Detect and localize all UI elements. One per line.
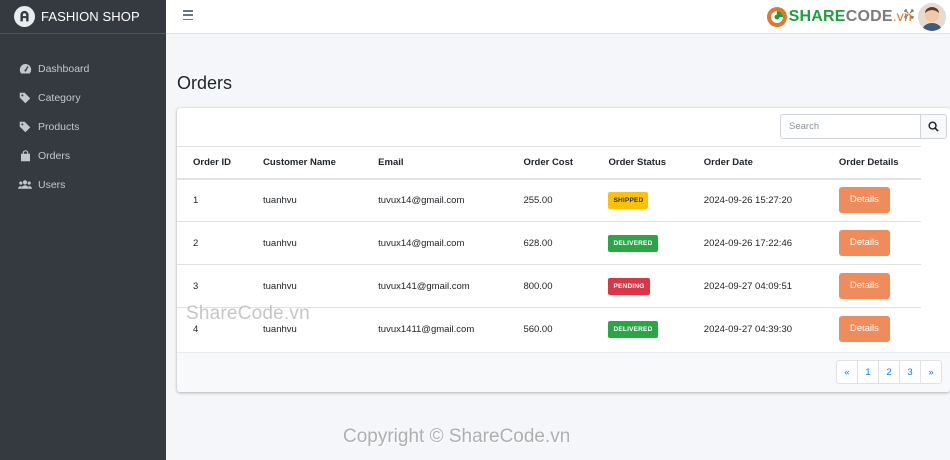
column-header-order-details[interactable]: Order Details [822,146,921,180]
pagination-prev[interactable]: « [836,360,858,384]
sharecode-logo: SHARECODE.vn [765,5,912,29]
order-date-cell: 2024-09-27 04:09:51 [687,264,823,308]
email-cell: tuvux14@gmail.com [362,178,508,222]
order-id-cell: 3 [177,264,247,308]
tag-icon [18,91,32,105]
sidebar-item-products[interactable]: Products [0,112,166,141]
status-badge: DELIVERED [608,320,658,338]
order-details-cell: Details [822,264,921,308]
column-header-email[interactable]: Email [362,146,508,180]
table-row: 3 tuanhvu tuvux141@gmail.com 800.00 PEND… [177,264,921,308]
tachometer-icon [18,62,32,76]
pagination-page-1[interactable]: 1 [857,360,879,384]
table-row: 1 tuanhvu tuvux14@gmail.com 255.00 SHIPP… [177,178,921,222]
copyright-watermark: Copyright © ShareCode.vn [343,426,571,447]
status-badge: PENDING [608,277,650,295]
table-header-row: Order ID Customer Name Email Order Cost … [177,146,921,180]
email-cell: tuvux14@gmail.com [362,221,508,265]
table-row: 2 tuanhvu tuvux14@gmail.com 628.00 DELIV… [177,221,921,265]
column-header-order-id[interactable]: Order ID [177,146,247,180]
details-button[interactable]: Details [838,273,890,299]
sidebar-item-label: Products [38,120,80,133]
order-id-cell: 1 [177,178,247,222]
column-header-order-status[interactable]: Order Status [592,146,688,180]
search-icon [928,121,939,132]
status-badge: DELIVERED [608,234,658,252]
sidebar: FASHION SHOP Dashboard Category Products… [0,0,166,460]
sidebar-item-dashboard[interactable]: Dashboard [0,54,166,83]
sidebar-item-category[interactable]: Category [0,83,166,112]
search-button[interactable] [920,114,947,139]
column-header-order-date[interactable]: Order Date [687,146,823,180]
order-cost-cell: 255.00 [507,178,593,222]
customer-name-cell: tuanhvu [247,178,363,222]
order-details-cell: Details [822,178,921,222]
sharecode-logo-icon [766,7,787,27]
page-title: Orders [177,73,233,93]
order-cost-cell: 628.00 [507,221,593,265]
status-badge: SHIPPED [608,191,649,209]
order-id-cell: 2 [177,221,247,265]
sidebar-item-orders[interactable]: Orders [0,141,166,170]
order-status-cell: SHIPPED [592,178,688,222]
sidebar-item-label: Dashboard [38,62,90,75]
sidebar-item-label: Orders [38,149,71,162]
pagination-next[interactable]: » [920,360,942,384]
sidebar-item-label: Category [38,91,81,104]
order-details-cell: Details [822,307,921,351]
order-status-cell: DELIVERED [592,221,688,265]
details-button[interactable]: Details [838,316,890,343]
details-button[interactable]: Details [838,230,890,256]
brand-logo-icon [14,6,35,27]
search-group [780,114,947,139]
sidebar-nav: Dashboard Category Products Orders Users [0,54,166,199]
navbar-right: SHARECODE.vn [765,0,950,34]
top-navbar: SHARECODE.vn [166,0,950,34]
tag-icon [18,120,32,134]
order-date-cell: 2024-09-27 04:39:30 [687,307,823,351]
sidebar-item-label: Users [38,178,66,191]
search-input[interactable] [780,114,920,139]
customer-name-cell: tuanhvu [247,221,363,265]
order-status-cell: DELIVERED [592,307,688,351]
customer-name-cell: tuanhvu [247,264,363,308]
card-footer: « 1 2 3 » [177,352,950,392]
email-cell: tuvux141@gmail.com [362,264,508,308]
order-status-cell: PENDING [592,264,688,308]
column-header-customer-name[interactable]: Customer Name [247,146,363,180]
sidebar-item-users[interactable]: Users [0,170,166,199]
brand-link[interactable]: FASHION SHOP [0,0,166,34]
avatar[interactable] [918,3,946,31]
shopping-bag-icon [18,149,32,163]
details-button[interactable]: Details [838,187,890,214]
pagination-page-2[interactable]: 2 [878,360,900,384]
watermark-overlay: ShareCode.vn [186,303,310,324]
orders-card: Order ID Customer Name Email Order Cost … [177,108,950,392]
pagination-page-3[interactable]: 3 [899,360,921,384]
sharecode-logo-text: SHARECODE.vn [788,8,912,25]
order-cost-cell: 800.00 [507,264,593,308]
order-cost-cell: 560.00 [507,307,593,351]
order-date-cell: 2024-09-26 15:27:20 [687,178,823,222]
pagination: « 1 2 3 » [836,360,942,384]
brand-name: FASHION SHOP [41,9,140,24]
email-cell: tuvux1411@gmail.com [362,307,508,351]
menu-toggle-icon[interactable] [183,10,193,20]
order-details-cell: Details [822,221,921,265]
column-header-order-cost[interactable]: Order Cost [507,146,593,180]
order-date-cell: 2024-09-26 17:22:46 [687,221,823,265]
users-icon [18,178,32,192]
